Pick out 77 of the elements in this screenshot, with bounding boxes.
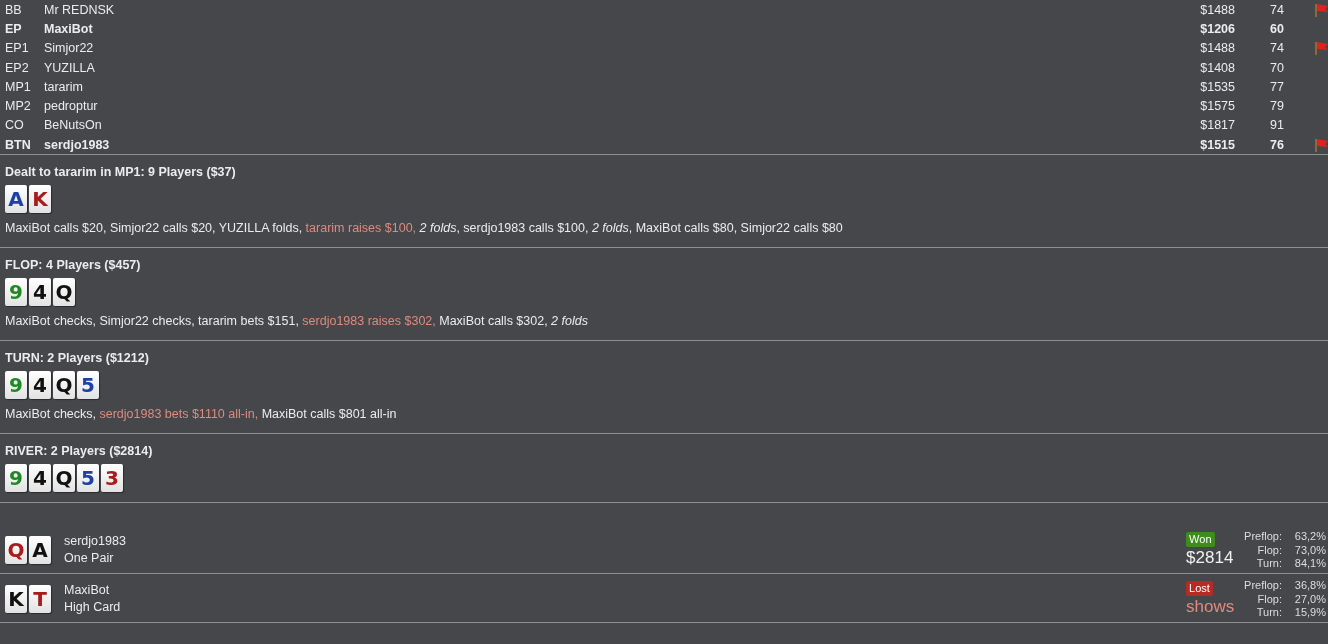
player-score: 79 [1269,99,1284,114]
result-amount: shows [1186,595,1235,618]
outcome-badge: Won [1186,531,1215,547]
equity-label: Preflop: [1244,530,1282,544]
equity-label: Preflop: [1244,579,1282,593]
playing-card: 4 [29,371,51,400]
stack-amount: $1488 [1199,2,1235,17]
playing-card: K [5,585,27,614]
player-score: 74 [1269,2,1284,17]
street-heading: RIVER: 2 Players ($2814) [5,443,154,461]
equity-value: 36,8% [1293,579,1326,593]
equity-label: Flop: [1256,592,1282,607]
player-name: Simjor22 [44,41,95,56]
stack-amount: $1515 [1199,137,1235,152]
result-amount: $2814 [1186,546,1234,569]
player-score: 76 [1269,137,1284,152]
street-heading: TURN: 2 Players ($1212) [5,350,150,368]
stack-amount: $1535 [1199,79,1235,94]
player-name: MaxiBot [64,582,111,600]
equity-value: 63,2% [1293,530,1326,544]
player-name: MaxiBot [44,21,94,36]
equity-value: 84,1% [1293,557,1326,571]
street-heading: Dealt to tararim in MP1: 9 Players ($37) [5,164,237,182]
equity-label: Turn: [1255,606,1282,620]
player-name: BeNutsOn [44,118,103,133]
player-name: tararim [44,79,84,94]
playing-card: 3 [101,464,123,493]
player-name: Mr REDNSK [44,2,116,17]
playing-card: 9 [5,464,27,493]
playing-card: Q [53,371,75,400]
playing-card: Q [53,278,75,307]
playing-card: T [29,585,51,614]
player-score: 60 [1269,21,1284,36]
playing-card: 5 [77,464,99,493]
player-score: 70 [1269,60,1284,75]
stack-amount: $1817 [1199,118,1235,133]
seat-position: CO [5,118,25,133]
hand-rank: One Pair [64,550,115,568]
playing-card: Q [5,536,27,565]
action-log: MaxiBot checks, serdjo1983 bets $1110 all-in, MaxiBot calls $801 all-in [5,406,398,424]
seat-position: MP2 [5,99,32,114]
player-score: 77 [1269,79,1284,94]
stack-amount: $1488 [1199,41,1235,56]
playing-card: 4 [29,464,51,493]
playing-card: 4 [29,278,51,307]
seat-position: BTN [5,137,32,152]
playing-card: 9 [5,278,27,307]
equity-label: Turn: [1255,557,1282,571]
equity-label: Flop: [1256,543,1282,558]
seat-position: BB [5,2,23,17]
equity-value: 15,9% [1293,606,1326,620]
equity-value: 27,0% [1293,592,1326,607]
playing-card: 5 [77,371,99,400]
stack-amount: $1408 [1199,60,1235,75]
player-name: YUZILLA [44,60,96,75]
seat-position: MP1 [5,79,32,94]
player-name: serdjo1983 [44,137,111,152]
action-log: MaxiBot checks, Simjor22 checks, tararim bets $151, serdjo1983 raises $302, MaxiBot calls $302, 2 folds [5,313,589,331]
seat-position: EP1 [5,41,30,56]
action-log: MaxiBot calls $20, Simjor22 calls $20, YUZILLA folds, tararim raises $100, 2 folds, serdjo1983 calls $100, 2 folds, MaxiBot calls $80, Simjor22 calls $80 [5,220,844,238]
street-heading: FLOP: 4 Players ($457) [5,257,142,275]
stack-amount: $1575 [1199,99,1235,114]
outcome-badge: Lost [1186,580,1213,596]
playing-card: 9 [5,371,27,400]
player-score: 91 [1269,118,1284,133]
seat-position: EP2 [5,60,30,75]
playing-card: A [29,536,51,565]
hand-rank: High Card [64,599,122,617]
seat-position: EP [5,21,23,36]
player-name: pedroptur [44,99,99,114]
player-score: 74 [1269,41,1284,56]
stack-amount: $1206 [1199,21,1235,36]
player-name: serdjo1983 [64,533,127,551]
playing-card: K [29,185,51,214]
playing-card: A [5,185,27,214]
equity-value: 73,0% [1293,543,1326,558]
playing-card: Q [53,464,75,493]
